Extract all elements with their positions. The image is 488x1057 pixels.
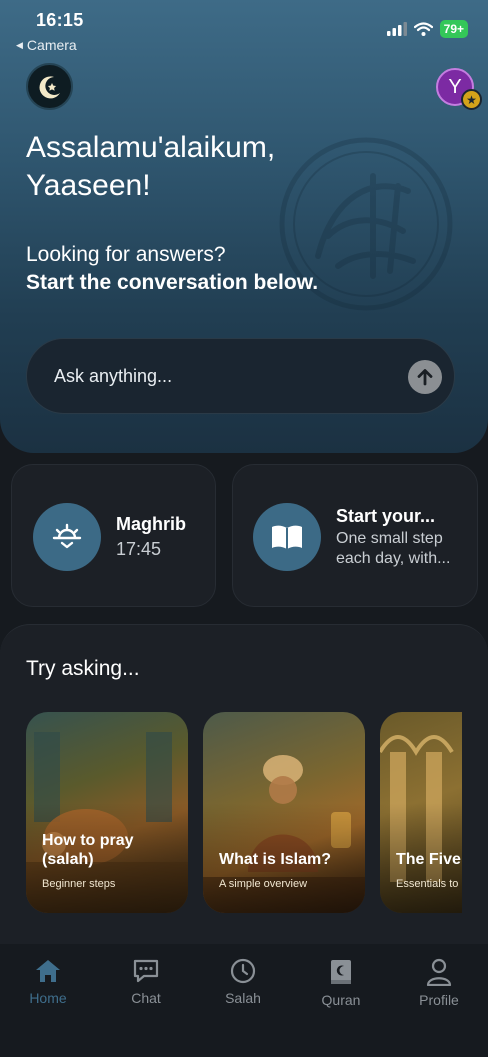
battery-indicator: 79+ xyxy=(439,20,468,38)
nav-label: Home xyxy=(29,990,67,1006)
arrow-up-icon xyxy=(417,369,433,386)
suggestion-subtitle: Beginner steps xyxy=(42,878,116,890)
suggestion-title: How to pray (salah) xyxy=(42,831,134,869)
back-to-camera-link[interactable]: ◀ Camera xyxy=(16,37,77,53)
signal-icon xyxy=(386,22,407,36)
daily-step-line-1: One small step xyxy=(336,530,443,547)
bottom-nav: Home Chat Salah Quran Profile xyxy=(0,944,488,1057)
person-icon xyxy=(426,958,452,986)
greeting-line-1: Assalamu'alaikum, xyxy=(26,131,276,164)
suggestion-card-how-to-pray[interactable]: How to pray (salah) Beginner steps xyxy=(26,712,188,913)
suggestion-subtitle: Essentials to xyxy=(396,878,459,890)
suggestion-title-line-2: (salah) xyxy=(42,851,94,868)
sunset-icon xyxy=(33,503,101,571)
hero-subtitle: Looking for answers? xyxy=(26,243,226,266)
greeting-name: Yaaseen! xyxy=(26,169,151,202)
daily-step-card[interactable]: Start your... One small step each day, w… xyxy=(232,464,478,607)
chat-icon xyxy=(133,959,159,983)
status-icons: 79+ xyxy=(386,20,468,38)
suggestion-title: What is Islam? xyxy=(219,851,332,868)
star-icon: ★ xyxy=(461,89,482,110)
hero-subtitle-bold: Start the conversation below. xyxy=(26,271,319,294)
nav-quran[interactable]: Quran xyxy=(301,958,381,1008)
send-button[interactable] xyxy=(408,360,442,394)
status-time: 16:15 xyxy=(36,10,84,30)
suggestion-subtitle: A simple overview xyxy=(219,878,308,890)
suggestion-title: The Five xyxy=(396,851,461,868)
nav-label: Salah xyxy=(225,990,261,1006)
prayer-time-card[interactable]: Maghrib 17:45 xyxy=(11,464,216,607)
home-icon xyxy=(36,960,60,982)
nav-chat[interactable]: Chat xyxy=(106,958,186,1006)
nav-profile[interactable]: Profile xyxy=(399,958,479,1008)
clock-icon xyxy=(230,958,256,984)
try-asking-title: Try asking... xyxy=(26,657,140,680)
app-logo[interactable] xyxy=(26,63,73,110)
suggestion-card-the-five[interactable]: The Five Essentials to xyxy=(380,712,462,913)
back-label: Camera xyxy=(26,37,77,53)
try-asking-panel: Try asking... How to pray (salah) Beginn… xyxy=(0,624,488,944)
nav-salah[interactable]: Salah xyxy=(203,958,283,1006)
prayer-name: Maghrib xyxy=(116,514,186,534)
status-bar: 16:15 ◀ Camera 79+ xyxy=(0,0,488,56)
suggestion-title-line-1: How to pray xyxy=(42,832,134,849)
daily-step-title: Start your... xyxy=(336,506,436,526)
wifi-icon xyxy=(413,22,433,36)
back-arrow-icon: ◀ xyxy=(16,39,23,50)
quran-icon xyxy=(331,960,351,984)
ask-input[interactable]: Ask anything... xyxy=(26,338,455,414)
open-book-icon xyxy=(253,503,321,571)
nav-label: Profile xyxy=(419,992,459,1008)
crescent-star-icon xyxy=(39,75,60,98)
prayer-time: 17:45 xyxy=(116,539,162,559)
nav-label: Chat xyxy=(131,990,161,1006)
daily-step-line-2: each day, with... xyxy=(336,550,451,567)
ask-input-placeholder: Ask anything... xyxy=(54,366,173,386)
nav-label: Quran xyxy=(321,992,361,1008)
suggestion-card-what-is-islam[interactable]: What is Islam? A simple overview xyxy=(203,712,365,913)
greeting: Assalamu'alaikum, Yaaseen! xyxy=(26,129,275,205)
nav-home[interactable]: Home xyxy=(8,958,88,1006)
